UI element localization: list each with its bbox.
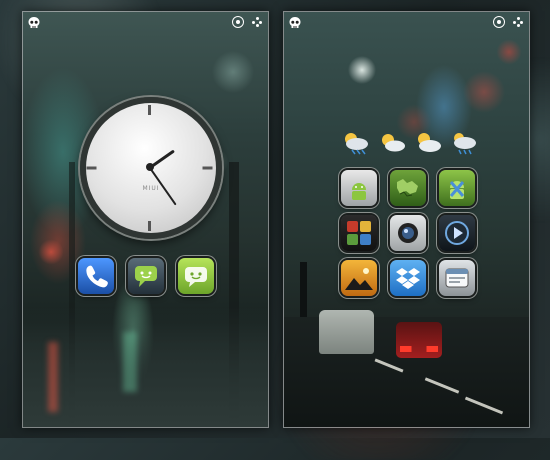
- world-map-icon[interactable]: [390, 170, 426, 206]
- thunderstorm-icon: [340, 128, 372, 160]
- android-market-icon[interactable]: [341, 170, 377, 206]
- android-x-icon[interactable]: [439, 170, 475, 206]
- status-bar: [23, 12, 268, 32]
- weather-widget[interactable]: [340, 128, 480, 164]
- android-messaging-icon[interactable]: [178, 258, 214, 294]
- rain-cloud-icon: [448, 128, 480, 160]
- clock-center: [146, 163, 154, 171]
- home-screen-right: [283, 11, 530, 428]
- home-screen-left: MIUI: [22, 11, 269, 428]
- app-grid-icon[interactable]: [341, 215, 377, 251]
- dots-icon[interactable]: [252, 17, 262, 27]
- status-bar: [284, 12, 529, 32]
- skull-icon[interactable]: [27, 15, 41, 29]
- target-icon[interactable]: [232, 16, 244, 28]
- media-player-icon[interactable]: [439, 215, 475, 251]
- partly-sunny-icon: [376, 128, 408, 160]
- analog-clock-widget[interactable]: MIUI: [80, 97, 222, 239]
- phone-icon[interactable]: [78, 258, 114, 294]
- browser-icon[interactable]: [439, 260, 475, 296]
- skull-icon[interactable]: [288, 15, 302, 29]
- dropbox-icon[interactable]: [390, 260, 426, 296]
- target-icon[interactable]: [493, 16, 505, 28]
- dots-icon[interactable]: [513, 17, 523, 27]
- partly-sunny-icon: [412, 128, 444, 160]
- clock-brand: MIUI: [142, 185, 160, 192]
- messaging-icon[interactable]: [128, 258, 164, 294]
- landscape-icon[interactable]: [341, 260, 377, 296]
- camera-icon[interactable]: [390, 215, 426, 251]
